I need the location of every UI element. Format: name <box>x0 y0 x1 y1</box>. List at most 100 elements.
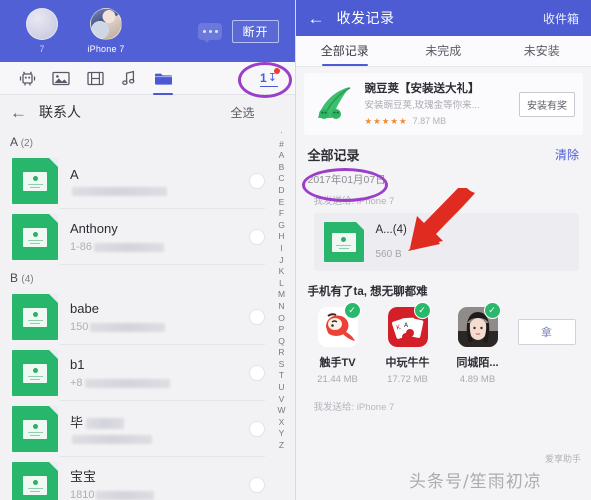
contact-text: Anthony 1-86 <box>70 221 249 254</box>
contact-row[interactable]: b1 +8 <box>0 345 295 401</box>
vcard-line <box>27 239 43 241</box>
vcard-line <box>336 244 351 246</box>
contact-select-radio[interactable] <box>248 309 265 325</box>
device-slot-1[interactable]: iPhone 7 <box>74 8 138 54</box>
vcard-line <box>30 242 40 244</box>
contact-select-radio[interactable] <box>248 421 265 437</box>
contact-text: 宝宝 1810 <box>70 469 249 500</box>
select-all-button[interactable]: 全选 <box>230 104 254 121</box>
alpha-index-letter[interactable]: O <box>278 313 285 323</box>
contact-select-radio[interactable] <box>248 173 265 189</box>
app-name: 中玩牛牛 <box>385 357 430 369</box>
contacts-list[interactable]: A (2) A Anthony 1-86 B (4) babe 150 b1 +8 毕宝宝 1810 <box>0 129 295 500</box>
contact-row[interactable]: 毕 <box>0 401 295 457</box>
back-arrow-icon[interactable]: ← <box>10 104 27 121</box>
device-slot-0[interactable]: 7 <box>10 8 74 54</box>
video-icon[interactable] <box>78 62 112 95</box>
promo-app-0[interactable]: ✓ 触手TV 21.44 MB <box>308 302 368 385</box>
contact-number: 1810 <box>70 488 95 500</box>
folder-icon[interactable] <box>146 62 180 95</box>
contact-row[interactable]: Anthony 1-86 <box>0 209 295 265</box>
alpha-index-letter[interactable]: S <box>279 360 285 369</box>
page-title: 联系人 <box>39 104 81 120</box>
records-tab[interactable]: 未安装 <box>493 37 591 66</box>
vcard-glyph <box>23 307 47 327</box>
alpha-index-letter[interactable]: N <box>278 302 284 311</box>
disconnect-button[interactable]: 断开 <box>232 19 279 43</box>
transfer-queue-button[interactable]: 1 ↧ <box>249 62 289 95</box>
alpha-index-letter[interactable]: I <box>280 244 282 253</box>
alpha-index-letter[interactable]: X <box>279 418 285 427</box>
alpha-index-letter[interactable]: U <box>278 383 284 392</box>
alpha-index-letter[interactable]: J <box>279 256 283 265</box>
alpha-index-letter[interactable]: K <box>279 267 285 276</box>
alpha-index-letter[interactable]: V <box>279 395 285 404</box>
alpha-index-letter[interactable]: · <box>280 128 283 137</box>
transferred-file-card[interactable]: A...(4) 560 B <box>313 213 579 271</box>
contact-row[interactable]: babe 150 <box>0 289 295 345</box>
back-arrow-icon[interactable]: ← <box>308 10 325 27</box>
chat-bubble-icon[interactable] <box>198 22 223 43</box>
records-tab[interactable]: 全部记录 <box>296 37 395 66</box>
clear-records-button[interactable]: 清除 <box>555 146 579 163</box>
image-icon[interactable] <box>44 62 78 95</box>
vcard-line <box>30 186 40 188</box>
alpha-index-letter[interactable]: G <box>278 221 285 230</box>
alphabet-index[interactable]: · # A B C D E F G H I J K L M N O P Q R S T U V W X Y Z <box>271 128 293 449</box>
contact-number-line <box>70 186 249 196</box>
download-count-icon: 1 ↧ <box>260 72 278 87</box>
contact-number: +8 <box>70 376 83 389</box>
contact-select-radio[interactable] <box>248 477 265 493</box>
vcard-head <box>32 368 38 373</box>
alpha-index-letter[interactable]: L <box>279 279 284 288</box>
alpha-index-letter[interactable]: Z <box>279 441 284 450</box>
alpha-index-letter[interactable]: H <box>278 232 284 241</box>
alpha-index-letter[interactable]: R <box>278 348 284 357</box>
vcard-head <box>32 424 38 429</box>
group-count: (4) <box>21 274 34 285</box>
dot <box>214 29 218 33</box>
records-tabs[interactable]: 全部记录 未完成 未安装 <box>295 36 591 67</box>
app-size: 4.89 MB <box>459 374 496 385</box>
dot <box>203 29 207 33</box>
alpha-index-letter[interactable]: C <box>278 174 284 183</box>
alpha-index-letter[interactable]: P <box>279 325 285 334</box>
alpha-index-letter[interactable]: M <box>278 290 285 299</box>
alpha-index-letter[interactable]: Q <box>278 337 285 346</box>
android-robot-icon[interactable] <box>10 62 44 95</box>
records-tab[interactable]: 未完成 <box>394 37 493 66</box>
vcard-icon <box>12 158 58 204</box>
contact-row[interactable]: A <box>0 153 295 209</box>
alpha-index-letter[interactable]: E <box>279 198 285 207</box>
contact-name-line: A <box>70 167 249 183</box>
promo-app-2[interactable]: ✓ 同城陌... 4.89 MB <box>448 302 508 385</box>
alpha-index-letter[interactable]: B <box>279 163 285 172</box>
wandoujia-pea-icon <box>312 82 356 126</box>
take-button[interactable]: 拿 <box>517 319 576 345</box>
install-reward-button[interactable]: 安装有奖 <box>519 91 575 117</box>
alpha-index-letter[interactable]: Y <box>279 429 285 438</box>
device-avatar-placeholder <box>26 8 58 40</box>
contact-row[interactable]: 宝宝 1810 <box>0 457 295 500</box>
contact-select-radio[interactable] <box>248 365 265 381</box>
vcard-icon <box>12 406 58 452</box>
app-screen: 7 iPhone 7 断开 1 ↧ ← 联系人 全选 A (2) A Antho… <box>0 0 591 500</box>
vcard-line <box>30 322 40 324</box>
alpha-index-letter[interactable]: # <box>279 140 284 149</box>
ad-card[interactable]: 豌豆荚【安装送大礼】 安装豌豆荚,玫瑰金等你来... ★★★★★ 7.87 MB… <box>303 73 583 135</box>
promo-app-1[interactable]: K A ✓ 中玩牛牛 17.72 MB <box>378 302 438 385</box>
file-text-block: A...(4) 560 B <box>376 223 407 261</box>
inbox-button[interactable]: 收件箱 <box>543 10 579 27</box>
alpha-index-letter[interactable]: T <box>279 371 284 380</box>
alpha-index-letter[interactable]: D <box>278 186 284 195</box>
record-sent-to: 我发送给: iPhone 7 <box>313 196 395 207</box>
alpha-index-letter[interactable]: A <box>279 151 285 160</box>
vcard-line <box>30 378 40 380</box>
contact-select-radio[interactable] <box>248 229 265 245</box>
vcard-glyph <box>23 419 47 439</box>
alpha-index-letter[interactable]: F <box>279 209 284 218</box>
music-icon[interactable] <box>112 62 146 95</box>
records-section-header: 全部记录 清除 <box>296 135 591 170</box>
promo-apps-row: ✓ 触手TV 21.44 MB K A ✓ 中玩牛牛 17.72 MB ✓ 同城… <box>296 299 591 385</box>
alpha-index-letter[interactable]: W <box>277 406 285 415</box>
